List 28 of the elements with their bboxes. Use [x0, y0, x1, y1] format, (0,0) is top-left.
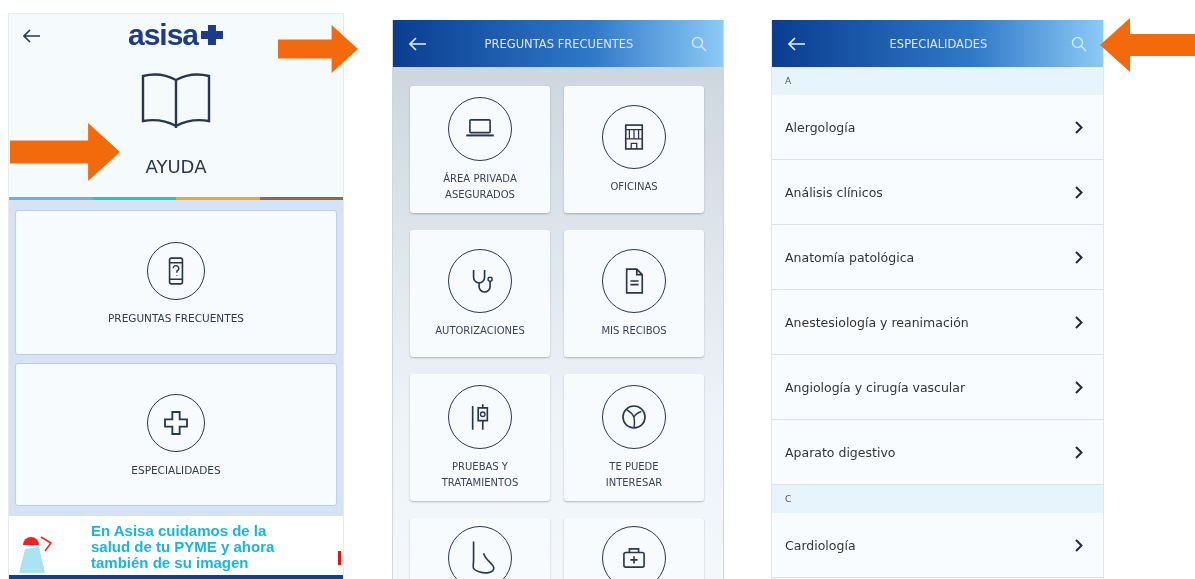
chevron-icon	[1075, 538, 1083, 552]
screen-title: PREGUNTAS FRECUENTES	[484, 36, 634, 51]
back-icon[interactable]	[23, 29, 41, 43]
section-header: A	[772, 67, 1103, 95]
menu-card[interactable]: OFICINAS	[564, 86, 704, 213]
arrow-icon	[1100, 18, 1195, 72]
logo-text: asisa	[127, 18, 199, 52]
chevron-icon	[1075, 250, 1083, 264]
chevron-icon	[1075, 185, 1083, 199]
menu-card[interactable]: ESPECIALIDADES	[15, 363, 337, 506]
chevron-icon	[1075, 120, 1083, 134]
book-icon	[141, 72, 211, 128]
menu-card[interactable]: AUTORIZACIONES	[410, 230, 550, 357]
chevron-icon	[1075, 380, 1083, 394]
menu-card[interactable]: ÁREA PRIVADA ASEGURADOS	[410, 86, 550, 213]
arrow-icon	[10, 123, 120, 181]
menu-card[interactable]: TE PUEDE INTERESAR	[564, 374, 704, 501]
banner-text: En Asisa cuidamos de la salud de tu PYME y ahora también de su imagen	[91, 522, 276, 571]
cross-icon	[200, 24, 225, 46]
menu-card[interactable]: PRUEBAS Y TRATAMIENTOS	[410, 374, 550, 501]
section-header: C	[772, 485, 1103, 513]
arrow-icon	[278, 25, 358, 73]
menu-card[interactable]: MIS RECIBOS	[564, 230, 704, 357]
menu-card[interactable]: PREGUNTAS FRECUENTES	[15, 210, 337, 355]
screen-title: ESPECIALIDADES	[889, 36, 988, 51]
chevron-icon	[1075, 315, 1083, 329]
chevron-icon	[1075, 445, 1083, 459]
page-title: AYUDA	[145, 156, 207, 177]
